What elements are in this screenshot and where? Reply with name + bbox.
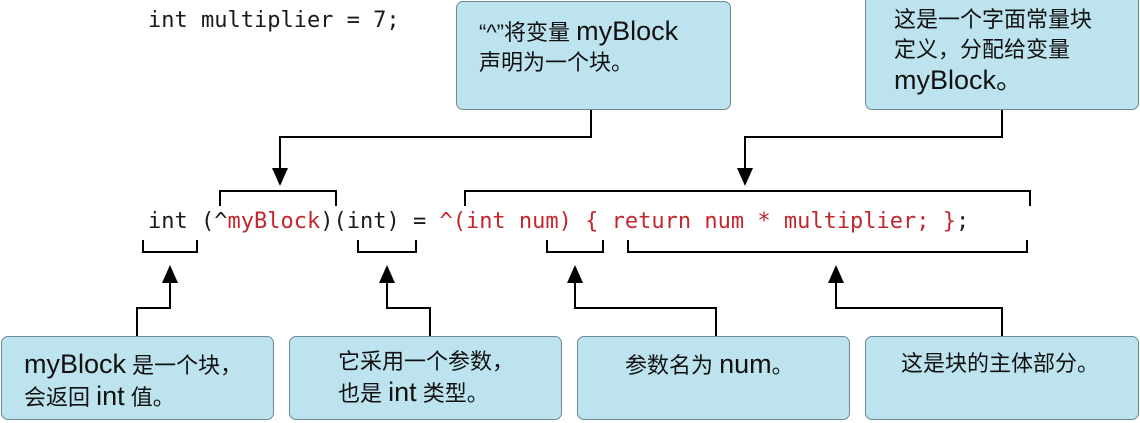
arrow-head-caret (272, 168, 288, 186)
callout-return-type: myBlock 是一个块， 会返回 int 值。 (1, 336, 274, 420)
code-literal-params: ^(int num) (439, 209, 572, 234)
arrow-head-literal (737, 168, 753, 186)
bracket-param-type (357, 240, 417, 253)
arrow-head-param-name (567, 265, 583, 283)
callout-body: 这是块的主体部分。 (865, 336, 1139, 420)
connector-return-type (136, 282, 171, 336)
callout-caret: “^”将变量 myBlock 声明为一个块。 (456, 1, 731, 110)
code-literal-body: { return num * multiplier; } (585, 209, 957, 234)
code-open-caret: (^ (201, 209, 228, 234)
code-equals: = (399, 209, 440, 234)
code-int-keyword: int (148, 209, 188, 234)
bracket-literal (464, 190, 1031, 206)
code-param-type: (int) (333, 209, 400, 234)
block-syntax-diagram: int multiplier = 7; int (^myBlock)(int) … (0, 0, 1140, 423)
bracket-param-name (546, 240, 604, 253)
bracket-body (627, 240, 1028, 253)
connector-caret (279, 110, 592, 170)
bracket-return-type (142, 240, 198, 253)
connector-literal (744, 110, 1003, 170)
code-line-multiplier: int multiplier = 7; (148, 8, 400, 33)
callout-param-name: 参数名为 num。 (577, 336, 850, 420)
connector-param-name (574, 282, 717, 336)
code-block-name: myBlock (227, 209, 321, 234)
code-semicolon: ; (956, 209, 970, 234)
arrow-head-return-type (162, 265, 178, 283)
connector-param-type (386, 282, 431, 336)
bracket-caret (219, 190, 337, 206)
callout-param-type: 它采用一个参数， 也是 int 类型。 (289, 336, 562, 420)
code-line-block-declaration: int (^myBlock)(int) = ^(int num) { retur… (148, 209, 969, 234)
arrow-head-param-type (379, 265, 395, 283)
callout-literal: 这是一个字面常量块 定义，分配给变量 myBlock。 (865, 0, 1139, 110)
arrow-head-body (828, 265, 844, 283)
code-close-paren: ) (320, 209, 334, 234)
connector-body (835, 282, 1003, 336)
